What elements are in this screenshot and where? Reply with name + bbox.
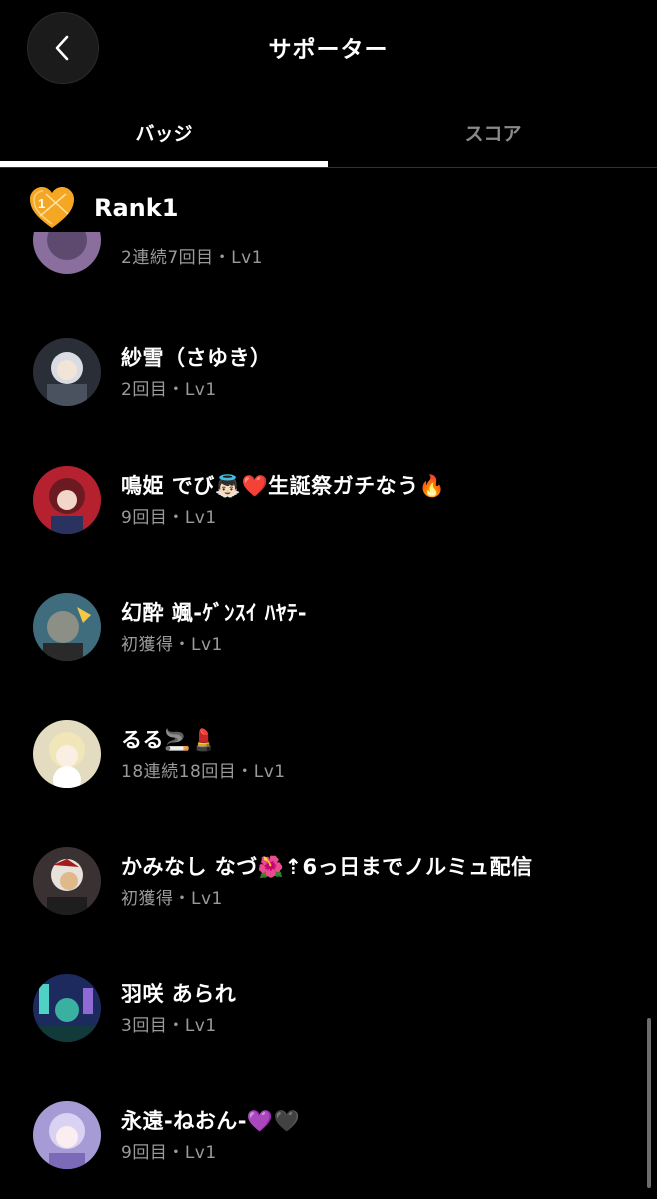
list-item[interactable]: 羽咲 あられ 3回目・Lv1 (0, 974, 640, 1074)
rank-title: Rank1 (94, 194, 179, 222)
avatar (33, 593, 101, 661)
avatar (33, 974, 101, 1042)
tab-score[interactable]: スコア (329, 105, 657, 163)
list-item[interactable]: るる🚬💄 18連続18回目・Lv1 (0, 720, 640, 820)
svg-text:1: 1 (38, 196, 45, 211)
avatar (33, 232, 101, 274)
supporter-list: 2連続7回目・Lv1 紗雪（さゆき） 2回目・Lv1 鳴姫 でび👼🏻❤️生誕祭ガ… (0, 232, 657, 1199)
avatar (33, 720, 101, 788)
tab-badge[interactable]: バッジ (0, 105, 328, 163)
avatar (33, 338, 101, 406)
supporter-name: 永遠-ねおん-💜🖤 (121, 1109, 301, 1133)
list-item[interactable]: 幻酔 颯-ｹﾞﾝｽｲ ﾊﾔﾃ- 初獲得・Lv1 (0, 593, 640, 693)
header: サポーター (0, 0, 657, 95)
supporter-stats: 初獲得・Lv1 (121, 635, 223, 655)
supporter-stats: 9回目・Lv1 (121, 508, 217, 528)
supporter-name: かみなし なづ🌺⇡6っ日までノルミュ配信 (121, 855, 533, 879)
heart-badge-icon: 1 (30, 187, 74, 228)
supporter-name: 紗雪（さゆき） (121, 346, 272, 370)
tab-bar: バッジ スコア (0, 105, 657, 168)
list-item[interactable]: 紗雪（さゆき） 2回目・Lv1 (0, 338, 640, 438)
supporter-name: 鳴姫 でび👼🏻❤️生誕祭ガチなう🔥 (121, 474, 446, 498)
supporter-stats: 9回目・Lv1 (121, 1143, 217, 1163)
scrollbar[interactable] (647, 1018, 651, 1188)
supporter-name: 幻酔 颯-ｹﾞﾝｽｲ ﾊﾔﾃ- (121, 601, 308, 625)
supporter-stats: 3回目・Lv1 (121, 1016, 217, 1036)
avatar (33, 847, 101, 915)
supporter-name: るる🚬💄 (121, 728, 218, 752)
page-title: サポーター (268, 37, 389, 63)
supporter-stats: 初獲得・Lv1 (121, 889, 223, 909)
divider (0, 167, 657, 168)
supporter-stats: 2連続7回目・Lv1 (121, 248, 263, 268)
rank-section-header: 1 Rank1 (28, 186, 628, 232)
list-item[interactable]: 2連続7回目・Lv1 (0, 232, 640, 306)
list-item[interactable]: 鳴姫 でび👼🏻❤️生誕祭ガチなう🔥 9回目・Lv1 (0, 466, 640, 566)
avatar (33, 1101, 101, 1169)
list-item[interactable]: 永遠-ねおん-💜🖤 9回目・Lv1 (0, 1101, 640, 1199)
list-item[interactable]: かみなし なづ🌺⇡6っ日までノルミュ配信 初獲得・Lv1 (0, 847, 640, 947)
avatar (33, 466, 101, 534)
supporter-name: 羽咲 あられ (121, 982, 237, 1006)
supporter-stats: 2回目・Lv1 (121, 380, 217, 400)
supporter-stats: 18連続18回目・Lv1 (121, 762, 286, 782)
